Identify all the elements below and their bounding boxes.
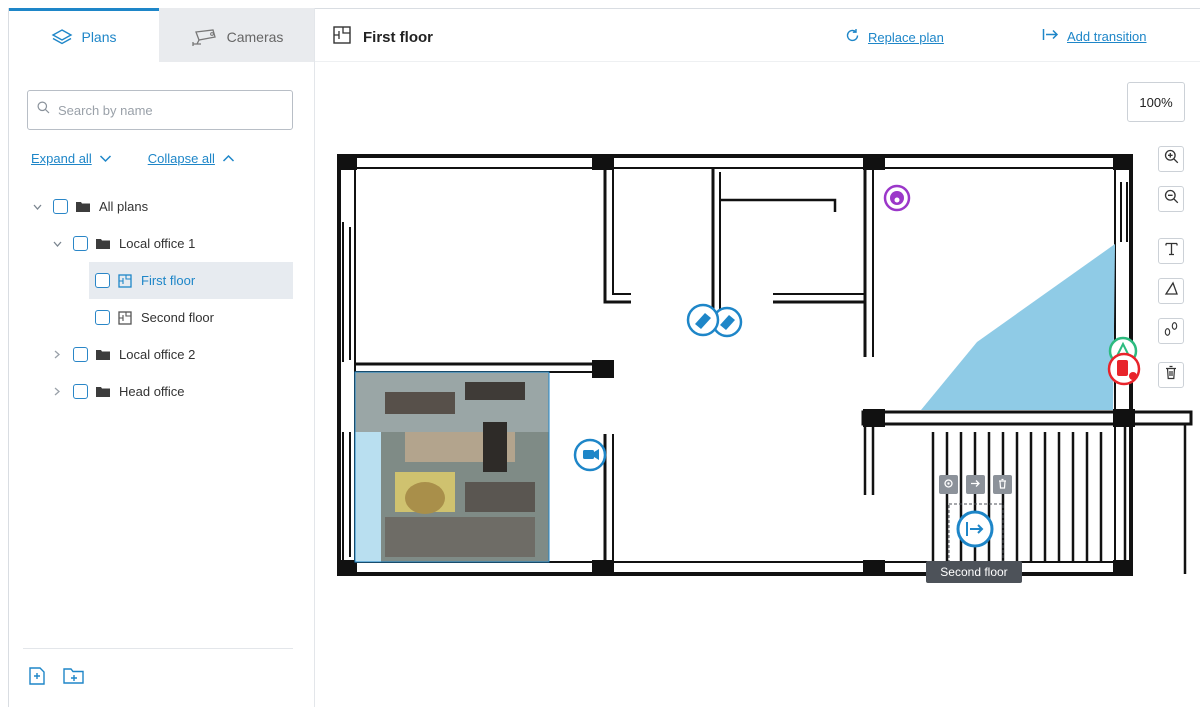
plan-canvas[interactable]: Second floor 100% xyxy=(315,62,1200,707)
tree-item-label: First floor xyxy=(141,273,196,288)
floor-plan-icon xyxy=(118,273,132,288)
camera-live-view[interactable] xyxy=(354,371,550,563)
tree-item-label: Head office xyxy=(119,384,185,399)
zoom-level[interactable]: 100% xyxy=(1127,82,1185,122)
tree-item-label: Local office 1 xyxy=(119,236,196,251)
search-input[interactable] xyxy=(58,102,278,118)
refresh-icon xyxy=(845,28,860,46)
camera-icon xyxy=(191,28,219,46)
folder-icon xyxy=(96,386,110,397)
floor-plan-icon xyxy=(333,26,351,48)
zoom-out-icon xyxy=(1164,189,1179,209)
transition-go-button[interactable] xyxy=(966,475,985,494)
delete-tool-button[interactable] xyxy=(1158,362,1184,388)
sidebar: Plans Cameras Expand all Collapse all xyxy=(8,8,315,707)
expand-collapse-row: Expand all Collapse all xyxy=(31,148,235,168)
floor-plan-map[interactable] xyxy=(315,62,1200,707)
folder-icon xyxy=(76,201,90,212)
tree-item-label: Local office 2 xyxy=(119,347,196,362)
camera-marker-dome-1[interactable] xyxy=(686,303,720,337)
floor-plan-icon xyxy=(118,310,132,325)
transition-settings-button[interactable] xyxy=(939,475,958,494)
layers-icon xyxy=(51,28,73,46)
add-plan-icon[interactable] xyxy=(26,665,48,692)
search-box xyxy=(27,90,293,130)
camera-marker-fisheye[interactable] xyxy=(883,184,911,212)
transition-delete-button[interactable] xyxy=(993,475,1012,494)
shape-tool-button[interactable] xyxy=(1158,278,1184,304)
zoom-out-button[interactable] xyxy=(1158,186,1184,212)
tree-item-local-office-1[interactable]: Local office 1 xyxy=(49,225,195,262)
arrow-right-icon xyxy=(970,476,981,494)
sidebar-footer xyxy=(23,648,293,707)
trash-icon xyxy=(997,476,1008,494)
tree-checkbox[interactable] xyxy=(53,199,68,214)
text-tool-button[interactable] xyxy=(1158,238,1184,264)
add-transition-label: Add transition xyxy=(1067,28,1147,44)
tab-cameras-label: Cameras xyxy=(226,28,284,45)
plans-app: Plans Cameras Expand all Collapse all xyxy=(0,0,1200,707)
alarm-sensor-marker[interactable] xyxy=(1107,352,1141,386)
folder-icon xyxy=(96,238,110,249)
page-title-text: First floor xyxy=(363,28,433,46)
chevron-expanded-icon[interactable] xyxy=(49,241,65,247)
tree-item-head-office[interactable]: Head office xyxy=(49,373,185,410)
sidebar-tabs: Plans Cameras xyxy=(9,8,315,62)
zoom-in-button[interactable] xyxy=(1158,146,1184,172)
tree-checkbox[interactable] xyxy=(73,384,88,399)
expand-all-link[interactable]: Expand all xyxy=(31,151,92,166)
transition-tooltip: Second floor xyxy=(926,561,1022,583)
tree-checkbox[interactable] xyxy=(73,236,88,251)
staircase xyxy=(931,432,1103,562)
plan-header: First floor Replace plan Add transition xyxy=(315,8,1200,62)
camera-marker-box[interactable] xyxy=(573,438,607,472)
chevron-expanded-icon[interactable] xyxy=(29,204,45,210)
tree-item-all-plans[interactable]: All plans xyxy=(29,188,148,225)
replace-plan-button[interactable]: Replace plan xyxy=(845,28,944,46)
transition-tool-button[interactable] xyxy=(1158,318,1184,344)
transition-arrow-icon xyxy=(1042,28,1059,44)
chevron-collapsed-icon[interactable] xyxy=(49,350,65,359)
text-tool-icon xyxy=(1164,241,1179,261)
chevron-down-icon[interactable] xyxy=(99,154,112,163)
folder-icon xyxy=(96,349,110,360)
tree-checkbox[interactable] xyxy=(95,273,110,288)
tree-item-label: Second floor xyxy=(141,310,214,325)
chevron-up-icon[interactable] xyxy=(222,154,235,163)
replace-plan-label: Replace plan xyxy=(868,29,944,45)
search-icon xyxy=(37,101,50,119)
collapse-all-link[interactable]: Collapse all xyxy=(148,151,215,166)
shape-tool-icon xyxy=(1164,281,1179,301)
add-transition-button[interactable]: Add transition xyxy=(1042,28,1147,44)
add-folder-icon[interactable] xyxy=(62,666,86,691)
page-title: First floor xyxy=(333,26,433,48)
tree-item-label: All plans xyxy=(99,199,149,214)
delete-icon xyxy=(1164,365,1178,385)
tree-item-local-office-2[interactable]: Local office 2 xyxy=(49,336,195,373)
tree-item-first-floor[interactable]: First floor xyxy=(89,262,293,299)
tree-checkbox[interactable] xyxy=(95,310,110,325)
tab-plans[interactable]: Plans xyxy=(9,8,159,62)
zoom-in-icon xyxy=(1164,149,1179,169)
chevron-collapsed-icon[interactable] xyxy=(49,387,65,396)
camera-view-cone xyxy=(921,244,1115,410)
tab-cameras[interactable]: Cameras xyxy=(159,8,315,62)
gear-icon xyxy=(943,476,954,494)
tree-item-second-floor[interactable]: Second floor xyxy=(89,299,214,336)
transition-tool-icon xyxy=(1163,321,1179,342)
tree-checkbox[interactable] xyxy=(73,347,88,362)
tab-plans-label: Plans xyxy=(81,28,117,45)
